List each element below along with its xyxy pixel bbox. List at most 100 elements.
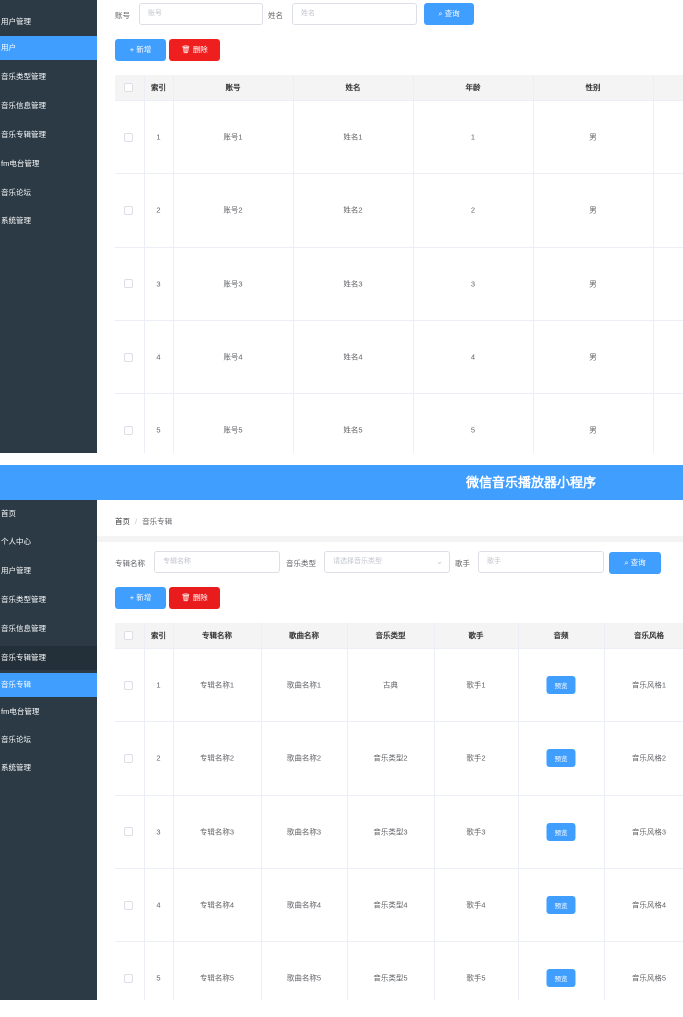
cell-song-name: 歌曲名称2	[261, 722, 347, 794]
menu-fm-management[interactable]: fm电台管理	[0, 152, 97, 176]
cell-audio: 预览	[518, 649, 604, 721]
preview-button[interactable]: 预览	[546, 896, 576, 915]
row-checkbox[interactable]	[124, 132, 133, 142]
cell-singer: 歌手5	[434, 942, 518, 1000]
cell-name: 姓名4	[293, 321, 413, 393]
row-checkbox[interactable]	[124, 827, 133, 837]
breadcrumb-current: 音乐专辑	[142, 517, 173, 526]
delete-button[interactable]: 🗑 删除	[169, 587, 220, 609]
cell-age-text: 4	[470, 352, 476, 362]
search-button[interactable]: ⌕ 查询	[609, 552, 661, 574]
menu-album-management[interactable]: 音乐专辑管理	[0, 646, 97, 670]
cell-audio: 预览	[518, 942, 604, 1000]
cell-account-text: 账号5	[223, 425, 243, 435]
menu-music-type-management[interactable]: 音乐类型管理	[0, 588, 97, 612]
cell-index: 3	[144, 796, 173, 868]
col-music-type: 音乐类型	[375, 631, 406, 640]
menu-music-type-management[interactable]: 音乐类型管理	[0, 65, 97, 89]
cell-index-text: 5	[156, 425, 161, 435]
menu-system-management[interactable]: 系统管理	[0, 209, 97, 233]
menu-music-info-management[interactable]: 音乐信息管理	[0, 617, 97, 641]
menu-user-management[interactable]: 用户管理	[0, 10, 97, 34]
cell-song-name: 歌曲名称1	[261, 649, 347, 721]
search-icon: ⌕	[438, 9, 443, 18]
cell-account: 账号4	[173, 321, 293, 393]
menu-home[interactable]: 首页	[0, 502, 97, 526]
column-divider	[144, 75, 145, 453]
cell-name: 姓名1	[293, 101, 413, 173]
col-index: 索引	[151, 83, 166, 92]
cell-singer-text: 歌手2	[466, 753, 486, 763]
col-index: 索引	[151, 631, 166, 640]
menu-system-management[interactable]: 系统管理	[0, 756, 97, 780]
row-checkbox[interactable]	[124, 425, 133, 435]
row-checkbox[interactable]	[124, 279, 133, 289]
cell-gender: 男	[533, 321, 653, 393]
cell-song-name-text: 歌曲名称4	[286, 900, 322, 910]
account-input[interactable]: 账号	[139, 3, 263, 25]
row-checkbox[interactable]	[124, 680, 133, 690]
column-divider	[533, 75, 534, 453]
breadcrumb-home[interactable]: 首页	[115, 517, 130, 526]
album-name-input[interactable]: 专辑名称	[154, 551, 280, 573]
search-button[interactable]: ⌕ 查询	[424, 3, 474, 25]
column-divider	[144, 623, 145, 1000]
cell-song-name-text: 歌曲名称2	[286, 753, 322, 763]
preview-button[interactable]: 预览	[546, 749, 576, 768]
menu-music-info-management[interactable]: 音乐信息管理	[0, 94, 97, 118]
name-input[interactable]: 姓名	[292, 3, 417, 25]
singer-input[interactable]: 歌手	[478, 551, 604, 573]
cell-singer-text: 歌手5	[466, 973, 486, 983]
cell-index-text: 3	[156, 279, 161, 289]
add-button[interactable]: + 新增	[115, 39, 166, 61]
cell-audio: 预览	[518, 722, 604, 794]
select-all-checkbox[interactable]	[124, 83, 133, 92]
preview-button[interactable]: 预览	[546, 676, 576, 695]
cell-music-type-text: 音乐类型2	[373, 753, 408, 763]
cell-age: 1	[413, 101, 533, 173]
menu-personal-center[interactable]: 个人中心	[0, 530, 97, 554]
menu-album-management[interactable]: 音乐专辑管理	[0, 123, 97, 147]
cell-gender-text: 男	[589, 425, 597, 435]
cell-index: 5	[144, 394, 173, 453]
cell-album-name-text: 专辑名称3	[199, 827, 235, 837]
cell-name-text: 姓名5	[343, 425, 363, 435]
menu-forum[interactable]: 音乐论坛	[0, 181, 97, 205]
cell-album-name: 专辑名称1	[173, 649, 261, 721]
menu-user-management[interactable]: 用户管理	[0, 559, 97, 583]
cell-index: 2	[144, 722, 173, 794]
cell-music-type: 音乐类型5	[347, 942, 434, 1000]
row-checkbox[interactable]	[124, 753, 133, 763]
delete-button[interactable]: 🗑 删除	[169, 39, 220, 61]
column-divider	[347, 623, 348, 1000]
add-button[interactable]: + 新增	[115, 587, 166, 609]
cell-name-text: 姓名2	[343, 205, 363, 215]
cell-index-text: 1	[156, 132, 161, 142]
preview-button[interactable]: 预览	[546, 969, 576, 988]
table-row: 3 账号3 姓名3 3 男	[115, 248, 683, 321]
cell-album-name: 专辑名称2	[173, 722, 261, 794]
cell-account: 账号5	[173, 394, 293, 453]
menu-album[interactable]: 音乐专辑	[0, 673, 97, 697]
cell-index-text: 3	[156, 827, 161, 837]
row-checkbox[interactable]	[124, 352, 133, 362]
cell-gender: 男	[533, 174, 653, 246]
row-checkbox[interactable]	[124, 973, 133, 983]
cell-index-text: 2	[156, 753, 161, 763]
preview-button[interactable]: 预览	[546, 822, 576, 841]
select-all-checkbox[interactable]	[124, 631, 133, 640]
menu-forum[interactable]: 音乐论坛	[0, 728, 97, 752]
cell-music-type-text: 古典	[383, 680, 398, 690]
cell-index-text: 5	[156, 973, 161, 983]
col-audio: 音频	[553, 631, 569, 640]
breadcrumb-separator: /	[135, 517, 138, 526]
table-row: 2 专辑名称2 歌曲名称2 音乐类型2 歌手2 预览 音乐风格2	[115, 722, 683, 796]
cell-account-text: 账号1	[223, 132, 243, 142]
column-divider	[261, 623, 262, 1000]
row-checkbox[interactable]	[124, 900, 133, 910]
menu-fm-management[interactable]: fm电台管理	[0, 700, 97, 724]
app-header: 微信音乐播放器小程序	[0, 465, 683, 500]
menu-user[interactable]: 用户	[0, 36, 97, 60]
music-type-select[interactable]: 请选择音乐类型 ⌄	[324, 551, 450, 573]
row-checkbox[interactable]	[124, 205, 133, 215]
